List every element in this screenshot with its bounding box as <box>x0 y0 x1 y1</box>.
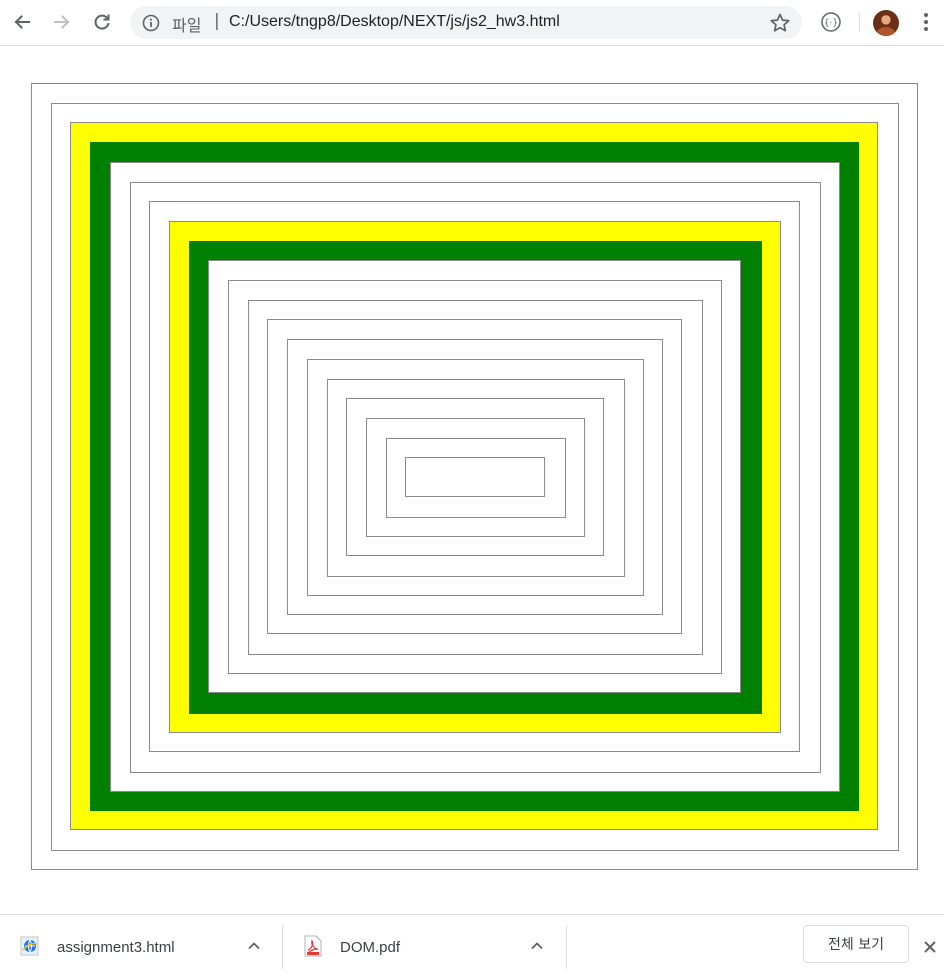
html-file-icon <box>20 936 39 956</box>
chevron-up-icon[interactable] <box>528 937 546 955</box>
kebab-menu-icon <box>924 13 928 31</box>
reload-icon <box>94 14 110 30</box>
url-separator: | <box>214 11 220 31</box>
nested-rect-white <box>405 457 545 497</box>
arrow-left-icon <box>14 15 30 29</box>
avatar[interactable] <box>873 10 899 36</box>
scheme-label: 파일 <box>172 16 202 35</box>
browser-toolbar: 파일 | C:/Users/tngp8/Desktop/NEXT/js/js2_… <box>0 0 944 46</box>
pdf-file-icon <box>304 935 322 957</box>
show-all-button[interactable]: 전체 보기 <box>803 925 909 963</box>
forward-button[interactable] <box>47 7 77 37</box>
download-filename: assignment3.html <box>57 939 175 956</box>
address-bar[interactable]: 파일 | C:/Users/tngp8/Desktop/NEXT/js/js2_… <box>130 6 802 39</box>
download-filename: DOM.pdf <box>340 939 401 956</box>
page-viewport <box>0 46 944 914</box>
download-divider <box>566 925 567 969</box>
download-item-dom-pdf[interactable]: DOM.pdf <box>283 915 566 974</box>
extension-button[interactable]: {·} <box>816 7 846 37</box>
toolbar-divider <box>859 13 860 32</box>
extension-icon: {·} <box>821 12 841 32</box>
info-icon[interactable] <box>142 14 160 32</box>
download-item-assignment3[interactable]: assignment3.html <box>0 915 282 974</box>
download-shelf: assignment3.html DOM.pdf 전체 보기 <box>0 914 944 974</box>
svg-text:{·}: {·} <box>824 19 838 29</box>
back-button[interactable] <box>7 7 37 37</box>
chevron-up-icon[interactable] <box>245 937 263 955</box>
close-icon[interactable] <box>920 937 940 957</box>
star-icon[interactable] <box>768 11 792 35</box>
reload-button[interactable] <box>87 7 117 37</box>
url-text[interactable]: C:/Users/tngp8/Desktop/NEXT/js/js2_hw3.h… <box>229 13 560 31</box>
arrow-right-icon <box>54 15 70 29</box>
menu-button[interactable] <box>911 7 941 37</box>
